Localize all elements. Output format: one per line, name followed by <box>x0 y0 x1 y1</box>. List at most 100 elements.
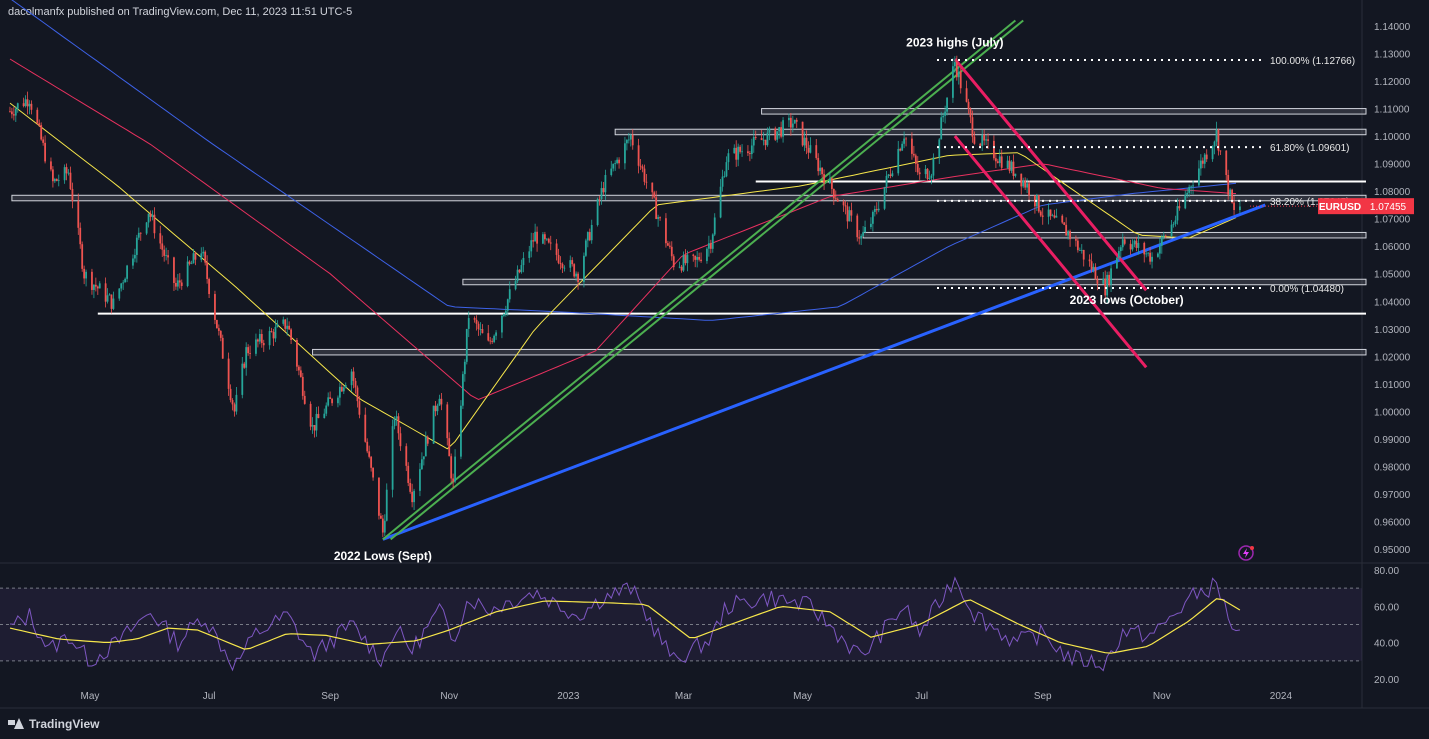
candle-body <box>1129 243 1132 250</box>
annotation-label: 2023 lows (October) <box>1070 293 1184 307</box>
chart-canvas[interactable]: 100.00% (1.12766)61.80% (1.09601)38.20% … <box>0 0 1429 739</box>
time-tick-label: Sep <box>321 691 339 702</box>
candle-body <box>493 335 496 342</box>
candle-body <box>204 251 207 263</box>
candle-body <box>965 88 968 102</box>
price-tick-label: 1.14000 <box>1374 22 1411 33</box>
candle-body <box>1020 173 1023 187</box>
candle-body <box>284 319 287 329</box>
candle-body <box>93 284 95 290</box>
candle-body <box>586 232 589 241</box>
candle-body <box>1190 186 1192 188</box>
candle-body <box>571 260 574 265</box>
fib-level-label: 0.00% (1.04480) <box>1270 284 1344 295</box>
candle-body <box>885 175 888 187</box>
candle-body <box>167 255 169 258</box>
candle-body <box>454 456 456 482</box>
candle-body <box>409 482 412 492</box>
candle-body <box>1219 150 1222 152</box>
time-tick-label: Nov <box>440 691 458 702</box>
candle-body <box>491 341 494 343</box>
candle-body <box>1137 242 1140 248</box>
candle-body <box>1174 220 1177 224</box>
candle-body <box>364 414 367 442</box>
candle-body <box>501 315 503 333</box>
candle-body <box>930 175 933 178</box>
candle-body <box>559 262 562 265</box>
candle-body <box>397 416 400 434</box>
candle-body <box>208 278 210 295</box>
candle-body <box>393 418 396 427</box>
candle-body <box>299 370 302 377</box>
candle-body <box>1160 236 1163 246</box>
candle-body <box>178 280 181 283</box>
candle-body <box>463 361 466 375</box>
candle-body <box>643 168 646 182</box>
candle-body <box>11 111 13 115</box>
candle-body <box>301 376 304 396</box>
candle-body <box>1205 154 1208 160</box>
candle-body <box>709 243 712 249</box>
candle-body <box>860 235 863 239</box>
annotation-label: 2022 Lows (Sept) <box>334 549 432 563</box>
candle-body <box>624 143 626 164</box>
candle-body <box>998 156 1001 163</box>
candle-body <box>120 283 123 289</box>
candle-body <box>1039 211 1042 216</box>
candle-body <box>940 117 943 140</box>
candle-body <box>165 255 168 257</box>
candle-body <box>79 227 82 245</box>
candle-body <box>602 188 605 193</box>
candle-body <box>1225 150 1228 175</box>
candle-body <box>50 161 52 170</box>
candle-body <box>190 263 193 265</box>
candle-body <box>405 446 408 466</box>
candle-body <box>993 140 995 159</box>
candle-body <box>723 176 726 178</box>
candle-body <box>256 339 259 342</box>
candle-body <box>161 243 164 250</box>
candle-body <box>71 188 74 202</box>
rsi-tick-label: 60.00 <box>1374 602 1399 613</box>
candle-body <box>598 199 601 200</box>
candle-body <box>132 258 134 266</box>
candle-body <box>719 186 722 218</box>
candle-body <box>229 388 232 401</box>
candle-body <box>192 253 195 264</box>
candle-body <box>696 257 699 260</box>
price-tick-label: 1.09000 <box>1374 160 1411 171</box>
candle-body <box>944 111 947 116</box>
candle-body <box>678 266 681 268</box>
candle-body <box>522 257 525 266</box>
candle-body <box>666 243 669 246</box>
candle-body <box>1041 215 1044 217</box>
last-price-label: 1.07455 <box>1370 202 1407 213</box>
candle-body <box>30 103 33 110</box>
candle-body <box>1211 146 1214 160</box>
candle-body <box>1213 141 1216 147</box>
candle-body <box>63 167 66 181</box>
candle-body <box>733 147 736 154</box>
candle-body <box>1090 261 1093 270</box>
candle-body <box>1215 129 1218 142</box>
candle-body <box>834 198 837 200</box>
price-tick-label: 1.00000 <box>1374 407 1411 418</box>
candle-body <box>653 192 656 198</box>
fibonacci-levels: 100.00% (1.12766)61.80% (1.09601)38.20% … <box>937 56 1355 295</box>
candle-body <box>219 330 222 338</box>
candle-body <box>516 269 519 282</box>
candle-body <box>981 134 984 146</box>
candle-body <box>1063 222 1066 225</box>
candle-body <box>12 114 15 116</box>
candle-body <box>137 232 140 238</box>
candle-body <box>81 244 84 269</box>
candle-body <box>1116 257 1118 269</box>
candle-body <box>309 403 312 427</box>
candle-body <box>118 288 121 299</box>
candle-body <box>725 162 728 177</box>
candle-body <box>465 328 468 362</box>
candle-body <box>151 214 154 217</box>
price-tick-label: 1.13000 <box>1374 50 1411 61</box>
candle-body <box>682 255 685 271</box>
candle-body <box>639 165 642 167</box>
